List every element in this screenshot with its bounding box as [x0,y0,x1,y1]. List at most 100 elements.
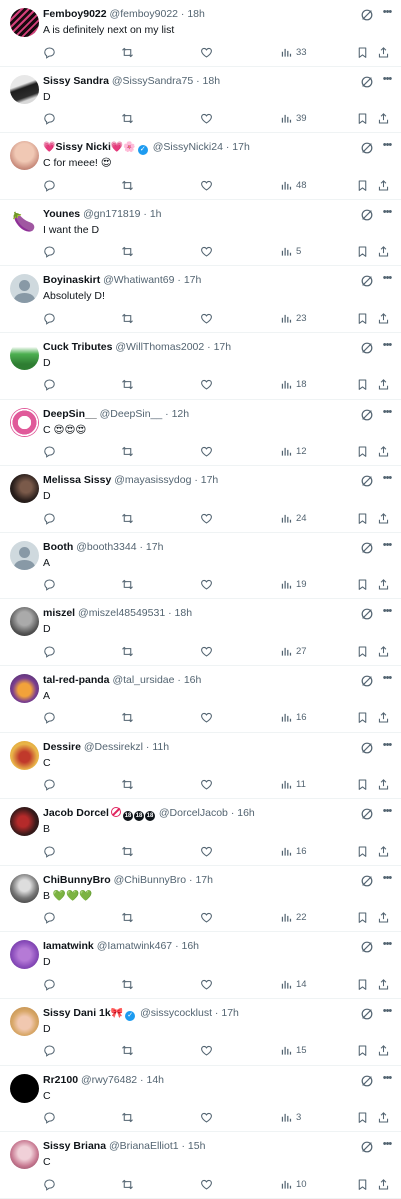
share-button[interactable] [377,1111,390,1125]
share-button[interactable] [377,1177,390,1191]
bookmark-button[interactable] [356,311,369,325]
views-button[interactable]: 5 [280,245,301,259]
bookmark-button[interactable] [356,112,369,126]
reply-button[interactable] [43,378,56,392]
grok-icon[interactable] [360,1140,374,1154]
reply-button[interactable] [43,844,56,858]
views-button[interactable]: 12 [280,445,307,459]
share-button[interactable] [377,112,390,126]
display-name[interactable]: miszel [43,607,75,619]
user-handle[interactable]: @BrianaElliot1 [109,1140,179,1152]
like-button[interactable] [200,778,213,792]
user-handle[interactable]: @SissySandra75 [112,75,193,87]
more-icon[interactable]: ••• [380,539,394,553]
more-icon[interactable]: ••• [380,139,394,153]
reply-tweet[interactable]: Jacob Dorcel 18 18 18 @DorcelJacob · 16h •••… [0,799,401,866]
more-icon[interactable]: ••• [380,1138,394,1152]
bookmark-button[interactable] [356,1044,369,1058]
more-icon[interactable]: ••• [380,872,394,886]
grok-icon[interactable] [360,541,374,555]
display-name[interactable]: Rr2100 [43,1074,78,1086]
timestamp[interactable]: 16h [237,807,255,819]
bookmark-button[interactable] [356,1111,369,1125]
avatar[interactable] [10,540,39,570]
reply-button[interactable] [43,644,56,658]
timestamp[interactable]: 17h [214,341,232,353]
reply-tweet[interactable]: tal-red-panda @tal_ursidae · 16h ••• A 16 [0,666,401,733]
reply-tweet[interactable]: Booth @booth3344 · 17h ••• A 19 [0,533,401,600]
grok-icon[interactable] [360,274,374,288]
display-name[interactable]: Sissy Dani 1k [43,1007,111,1019]
user-handle[interactable]: @femboy9022 [110,8,178,20]
user-handle[interactable]: @miszel48549531 [78,607,165,619]
timestamp[interactable]: 18h [203,75,221,87]
grok-icon[interactable] [360,940,374,954]
display-name[interactable]: DeepSin__ [43,408,97,420]
share-button[interactable] [377,711,390,725]
share-button[interactable] [377,445,390,459]
display-name[interactable]: Sissy Briana [43,1140,106,1152]
avatar[interactable] [10,407,39,437]
share-button[interactable] [377,578,390,592]
grok-icon[interactable] [360,607,374,621]
timestamp[interactable]: 17h [221,1007,239,1019]
retweet-button[interactable] [121,778,134,792]
user-handle[interactable]: @DeepSin__ [100,408,163,420]
views-button[interactable]: 16 [280,844,307,858]
reply-button[interactable] [43,711,56,725]
display-name[interactable]: Sissy Sandra [43,75,109,87]
display-name[interactable]: tal-red-panda [43,674,110,686]
bookmark-button[interactable] [356,378,369,392]
reply-button[interactable] [43,45,56,59]
user-handle[interactable]: @Dessirekzl [84,741,143,753]
more-icon[interactable]: ••• [380,6,394,20]
retweet-button[interactable] [121,311,134,325]
reply-tweet[interactable]: 💗Sissy Nicki💗🌸 ✓ @SissyNicki24 · 17h ••• C … [0,133,401,200]
retweet-button[interactable] [121,578,134,592]
avatar[interactable] [10,873,39,903]
reply-tweet[interactable]: Iamatwink @Iamatwink467 · 16h ••• D 14 [0,932,401,999]
bookmark-button[interactable] [356,844,369,858]
views-button[interactable]: 27 [280,644,307,658]
display-name[interactable]: Femboy9022 [43,8,107,20]
views-button[interactable]: 33 [280,45,307,59]
timestamp[interactable]: 17h [195,874,213,886]
more-icon[interactable]: ••• [380,938,394,952]
timestamp[interactable]: 11h [152,741,169,753]
share-button[interactable] [377,311,390,325]
retweet-button[interactable] [121,445,134,459]
retweet-button[interactable] [121,644,134,658]
grok-icon[interactable] [360,208,374,222]
avatar[interactable] [10,1006,39,1036]
like-button[interactable] [200,112,213,126]
retweet-button[interactable] [121,911,134,925]
like-button[interactable] [200,1044,213,1058]
views-button[interactable]: 3 [280,1111,301,1125]
user-handle[interactable]: @mayasissydog [114,474,191,486]
like-button[interactable] [200,378,213,392]
user-handle[interactable]: @gn171819 [83,208,140,220]
more-icon[interactable]: ••• [380,339,394,353]
reply-tweet[interactable]: 🍆 Younes @gn171819 · 1h ••• I want the D 5 [0,200,401,267]
reply-button[interactable] [43,178,56,192]
avatar[interactable] [10,740,39,770]
timestamp[interactable]: 14h [146,1074,164,1086]
avatar[interactable] [10,673,39,703]
user-handle[interactable]: @ChiBunnyBro [114,874,187,886]
avatar[interactable] [10,8,39,37]
views-button[interactable]: 39 [280,112,307,126]
views-button[interactable]: 10 [280,1177,307,1191]
reply-button[interactable] [43,1111,56,1125]
display-name[interactable]: Sissy Nicki [55,141,110,153]
reply-button[interactable] [43,511,56,525]
reply-tweet[interactable]: DeepSin__ @DeepSin__ · 12h ••• C 😍😍😍 12 [0,400,401,467]
more-icon[interactable]: ••• [380,805,394,819]
views-button[interactable]: 16 [280,711,307,725]
like-button[interactable] [200,578,213,592]
timestamp[interactable]: 16h [182,940,200,952]
more-icon[interactable]: ••• [380,272,394,286]
share-button[interactable] [377,844,390,858]
display-name[interactable]: Iamatwink [43,940,94,952]
user-handle[interactable]: @Whatiwant69 [103,274,174,286]
grok-icon[interactable] [360,341,374,355]
